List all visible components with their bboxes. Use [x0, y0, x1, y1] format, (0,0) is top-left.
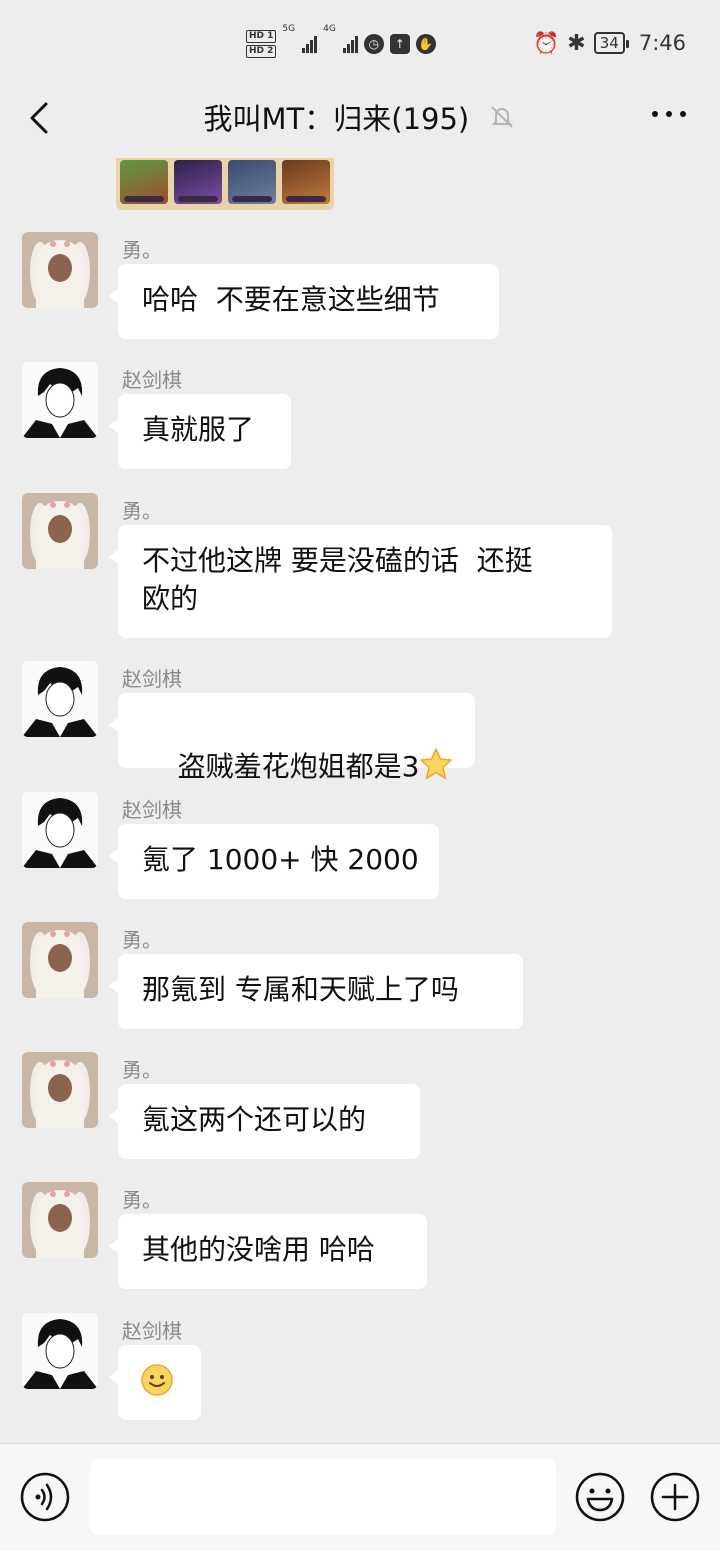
sender-name: 勇。: [122, 499, 162, 523]
message-bubble[interactable]: 哈哈 不要在意这些细节: [109, 264, 499, 339]
chat-title: 我叫MT：归来(195): [203, 102, 470, 136]
upload-icon: ↑: [389, 34, 410, 54]
hand-icon: ✋: [415, 34, 436, 54]
message-bubble[interactable]: 那氪到 专属和天赋上了吗: [109, 954, 523, 1029]
plus-icon[interactable]: [650, 1472, 700, 1522]
message-bubble[interactable]: 盗贼羞花炮姐都是3: [109, 693, 475, 783]
signal2-icon: [342, 35, 358, 53]
message-text: 盗贼羞花炮姐都是3: [177, 750, 420, 783]
sender-name: 勇。: [122, 1058, 162, 1082]
sender-name: 赵剑棋: [122, 1319, 182, 1343]
message-bubble[interactable]: 其他的没啥用 哈哈: [109, 1214, 427, 1289]
anime-boy-avatar[interactable]: [22, 1313, 98, 1389]
hd2-badge: HD 2: [246, 45, 277, 58]
signal1-icon: [302, 35, 318, 53]
hero-card: [228, 160, 276, 204]
bunny-hat-avatar[interactable]: [22, 1052, 98, 1128]
sender-name: 赵剑棋: [122, 368, 182, 392]
message-bubble[interactable]: [109, 1345, 201, 1420]
voice-icon[interactable]: [20, 1472, 70, 1522]
mute-bell-icon: [491, 106, 514, 128]
anime-boy-avatar[interactable]: [22, 362, 98, 438]
message-bubble[interactable]: 氪这两个还可以的: [109, 1084, 420, 1159]
hero-cards-image[interactable]: [116, 158, 334, 210]
hero-card: [282, 160, 330, 204]
sender-name: 赵剑棋: [122, 667, 182, 691]
sender-name: 勇。: [122, 928, 162, 952]
bluetooth-icon: ✱: [567, 30, 586, 56]
message-line: 欧的: [142, 582, 199, 615]
chat-title-row: 我叫MT：归来(195): [0, 96, 720, 138]
input-bar: [0, 1443, 720, 1551]
sender-name: 勇。: [122, 238, 162, 262]
sender-name: 勇。: [122, 1188, 162, 1212]
smile-emoji: [141, 1364, 173, 1396]
status-left: HD 1 HD 2 5G 4G ◷ ↑ ✋: [246, 24, 436, 64]
message-bubble[interactable]: 不过他这牌 要是没磕的话 还挺 欧的: [109, 525, 612, 638]
message-bubble[interactable]: 真就服了: [109, 394, 291, 469]
clock: 7:46: [638, 31, 686, 55]
more-dots-icon[interactable]: [652, 111, 686, 117]
status-right: ⏰ ✱ 34 7:46: [533, 28, 686, 58]
hero-card: [120, 160, 168, 204]
timer-icon: ◷: [363, 34, 384, 54]
hd-indicators: HD 1 HD 2: [246, 30, 277, 58]
network1-label: 5G: [282, 24, 296, 34]
bunny-hat-avatar[interactable]: [22, 1182, 98, 1258]
message-line: 不过他这牌 要是没磕的话 还挺: [142, 544, 533, 577]
star-emoji: [420, 748, 453, 780]
alarm-icon: ⏰: [533, 30, 560, 55]
hd1-badge: HD 1: [246, 30, 277, 43]
message-input[interactable]: [90, 1459, 556, 1535]
sender-name: 赵剑棋: [122, 798, 182, 822]
network2-label: 4G: [323, 24, 336, 34]
bunny-hat-avatar[interactable]: [22, 232, 98, 308]
bunny-hat-avatar[interactable]: [22, 493, 98, 569]
anime-boy-avatar[interactable]: [22, 661, 98, 737]
anime-boy-avatar[interactable]: [22, 792, 98, 868]
hero-card: [174, 160, 222, 204]
bunny-hat-avatar[interactable]: [22, 922, 98, 998]
chat-header: 我叫MT：归来(195): [0, 86, 720, 156]
status-bar: HD 1 HD 2 5G 4G ◷ ↑ ✋ ⏰ ✱ 34 7:46: [0, 0, 720, 86]
battery-indicator: 34: [593, 32, 629, 54]
emoji-face-icon[interactable]: [575, 1472, 625, 1522]
message-bubble[interactable]: 氪了 1000+ 快 2000: [109, 824, 439, 899]
